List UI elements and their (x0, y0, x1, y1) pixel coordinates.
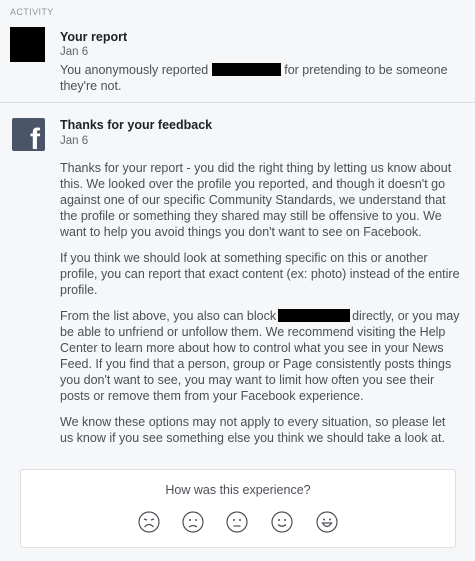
report-text: You anonymously reported for pretending … (60, 62, 460, 94)
facebook-logo-icon: f (12, 118, 45, 151)
feedback-paragraph-4: We know these options may not apply to e… (60, 415, 446, 445)
report-date: Jan 6 (60, 46, 89, 58)
experience-survey: How was this experience? (20, 469, 456, 548)
neutral-face-icon[interactable] (226, 511, 248, 533)
redacted-avatar (10, 27, 45, 62)
activity-item-report: Your report Jan 6 You anonymously report… (0, 24, 475, 103)
survey-question: How was this experience? (165, 483, 311, 497)
very-sad-face-icon[interactable] (138, 511, 160, 533)
feedback-date: Jan 6 (60, 135, 89, 147)
feedback-p3-before: From the list above, you also can block (60, 309, 277, 323)
report-text-before: You anonymously reported (60, 63, 209, 77)
feedback-paragraph-2: If you think we should look at something… (60, 251, 460, 297)
sad-face-icon[interactable] (182, 511, 204, 533)
redacted-name (211, 63, 281, 76)
feedback-paragraph-1: Thanks for your report - you did the rig… (60, 161, 452, 239)
redacted-name (278, 309, 351, 322)
report-title: Your report (60, 30, 128, 44)
report-text-line2: they're not. (60, 79, 122, 93)
section-label: ACTIVITY (10, 7, 54, 17)
feedback-p3-after: directly, or you may be able to unfriend… (60, 309, 460, 403)
feedback-title: Thanks for your feedback (60, 118, 213, 132)
very-happy-face-icon[interactable] (316, 511, 338, 533)
report-text-after: for pretending to be someone (284, 63, 448, 77)
feedback-paragraph-3: From the list above, you also can block d… (60, 308, 460, 404)
feedback-body: Thanks for your report - you did the rig… (60, 160, 460, 456)
happy-face-icon[interactable] (271, 511, 293, 533)
